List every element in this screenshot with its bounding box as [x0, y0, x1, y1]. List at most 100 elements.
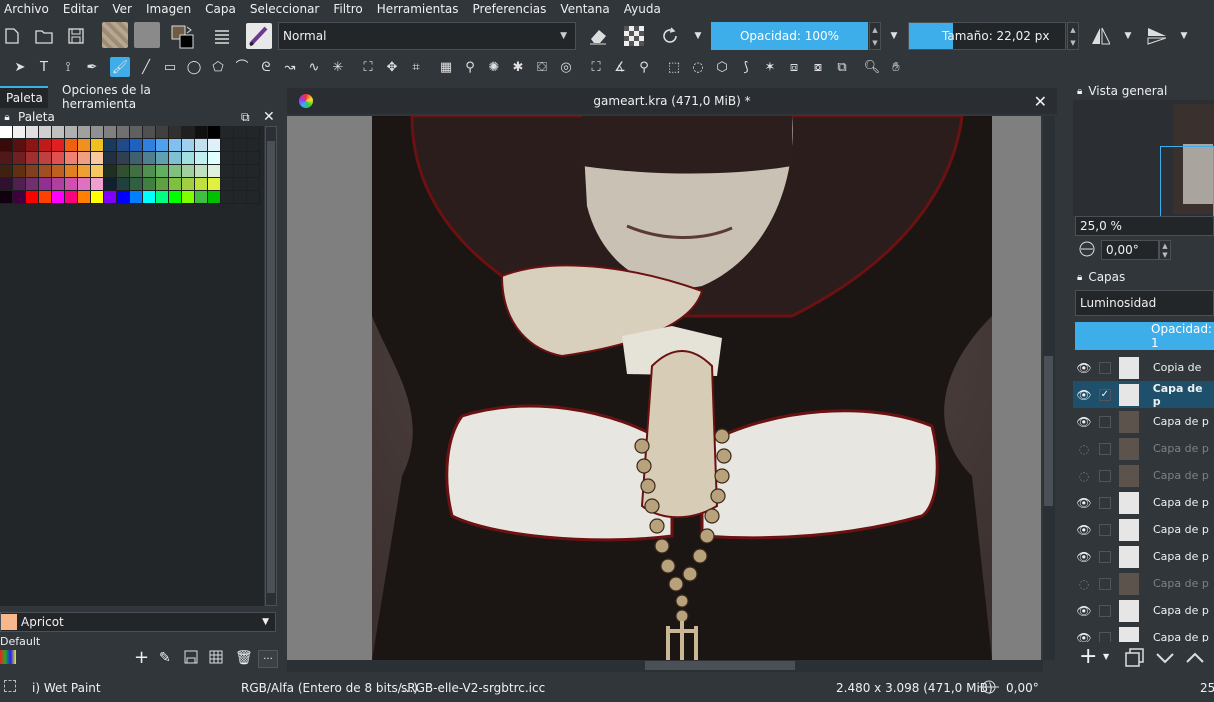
color-name-select[interactable]: Apricot ▼ [0, 612, 276, 632]
palette-swatch[interactable] [208, 165, 221, 178]
palette-swatch[interactable] [117, 191, 130, 204]
move-icon[interactable]: ✥ [382, 57, 402, 77]
palette-swatch[interactable] [0, 178, 13, 191]
pan-icon[interactable]: ✋︎ [886, 57, 906, 77]
layer-row[interactable]: 👁︎ Capa de p [1073, 408, 1214, 435]
chevron-down-icon[interactable]: ▼ [688, 26, 708, 46]
palette-swatch[interactable] [169, 165, 182, 178]
menu-item-7[interactable]: Herramientas [377, 2, 459, 16]
palette-swatch[interactable] [13, 165, 26, 178]
eye-icon[interactable]: 👁︎ [1073, 415, 1095, 429]
palette-swatch[interactable] [104, 139, 117, 152]
chevron-down-icon[interactable]: ▼ [1174, 26, 1194, 46]
crop-icon[interactable]: ⌗ [406, 57, 426, 77]
palette-swatch[interactable] [0, 152, 13, 165]
grid-icon[interactable] [209, 650, 223, 667]
add-layer-icon[interactable]: + [1079, 646, 1097, 668]
chevron-down-icon[interactable]: ▼ [1103, 652, 1109, 661]
palette-swatch[interactable] [104, 165, 117, 178]
palette-swatch[interactable] [156, 126, 169, 139]
palette-swatch[interactable] [208, 178, 221, 191]
palette-swatch[interactable] [52, 139, 65, 152]
palette-swatch[interactable] [208, 152, 221, 165]
layer-checkbox[interactable] [1099, 415, 1111, 428]
palette-swatch[interactable] [39, 139, 52, 152]
edit-shapes-icon[interactable]: ⟟ [58, 57, 78, 77]
palette-swatch[interactable] [52, 126, 65, 139]
palette-swatch[interactable] [195, 126, 208, 139]
palette-swatch[interactable] [208, 126, 221, 139]
blend-mode-select[interactable]: Normal ▼ [278, 22, 576, 50]
palette-swatch[interactable] [104, 152, 117, 165]
palette-swatch[interactable] [169, 191, 182, 204]
palette-swatch[interactable] [104, 178, 117, 191]
opacity-slider[interactable]: Opacidad: 100% [711, 22, 868, 50]
palette-swatch[interactable] [130, 165, 143, 178]
rectangle-icon[interactable]: ▭ [160, 57, 180, 77]
select-shape-icon[interactable]: ➤ [10, 57, 30, 77]
eye-icon[interactable]: 👁︎ [1073, 550, 1095, 564]
layer-row[interactable]: 👁︎ Capa de p [1073, 543, 1214, 570]
lock-icon[interactable]: 🔒︎ [1077, 272, 1082, 283]
palette-swatch[interactable] [169, 139, 182, 152]
palette-swatch[interactable] [182, 139, 195, 152]
palette-swatch[interactable] [0, 126, 13, 139]
close-icon[interactable]: ✕ [263, 109, 275, 125]
lock-icon[interactable]: 🔒︎ [1077, 86, 1082, 97]
stack-icon[interactable] [212, 26, 232, 46]
palette-swatch[interactable] [13, 178, 26, 191]
artwork-image[interactable] [372, 116, 992, 660]
layer-row[interactable]: ◌ Capa de p [1073, 570, 1214, 597]
palette-swatch[interactable] [65, 165, 78, 178]
palette-swatch[interactable] [169, 126, 182, 139]
palette-swatch[interactable] [91, 139, 104, 152]
palette-chooser-icon[interactable] [0, 650, 16, 664]
canvas-vscrollbar[interactable] [1043, 116, 1055, 660]
palette-swatch[interactable] [26, 178, 39, 191]
palette-swatch[interactable] [195, 165, 208, 178]
palette-swatch[interactable] [117, 139, 130, 152]
menu-item-2[interactable]: Ver [112, 2, 132, 16]
palette-swatch[interactable] [156, 152, 169, 165]
palette-swatch[interactable] [13, 191, 26, 204]
freehand-path-icon[interactable]: ↝ [280, 57, 300, 77]
polyline-icon[interactable]: ⌒ [232, 57, 252, 77]
rect-select-icon[interactable]: ⬚ [664, 57, 684, 77]
brush-icon[interactable]: 🖌︎ [110, 57, 130, 77]
palette-swatch[interactable] [52, 152, 65, 165]
palette-swatch[interactable] [65, 178, 78, 191]
eye-icon[interactable]: 👁︎ [1073, 631, 1095, 643]
polygon-select-icon[interactable]: ⬡ [712, 57, 732, 77]
palette-swatch[interactable] [195, 139, 208, 152]
bezier-icon[interactable]: ᘓ [256, 57, 276, 77]
palette-swatch[interactable] [169, 178, 182, 191]
palette-swatch[interactable] [130, 178, 143, 191]
palette-swatch[interactable] [26, 165, 39, 178]
palette-swatch[interactable] [0, 165, 13, 178]
eye-icon[interactable]: 👁︎ [1073, 388, 1095, 402]
chevron-down-icon[interactable]: ▼ [1118, 26, 1138, 46]
eye-icon[interactable]: 👁︎ [1073, 496, 1095, 510]
palette-swatch[interactable] [39, 178, 52, 191]
palette-swatch[interactable] [65, 152, 78, 165]
zoom-icon[interactable]: 🔍︎ [862, 57, 882, 77]
enclose-fill-icon[interactable]: ◎ [556, 57, 576, 77]
palette-swatch[interactable] [78, 152, 91, 165]
tab-opciones-herramienta[interactable]: Opciones de la herramienta [56, 83, 216, 111]
size-slider[interactable]: Tamaño: 22,02 px [908, 22, 1066, 50]
palette-swatch[interactable] [0, 139, 13, 152]
palette-swatch[interactable] [39, 165, 52, 178]
palette-swatch[interactable] [26, 139, 39, 152]
palette-swatch[interactable] [65, 191, 78, 204]
palette-swatch[interactable] [91, 191, 104, 204]
ellipse-icon[interactable]: ◯ [184, 57, 204, 77]
scrollbar-thumb[interactable] [1044, 356, 1053, 506]
tab-paleta[interactable]: Paleta [0, 86, 48, 108]
reference-icon[interactable]: ⚲ [634, 57, 654, 77]
eye-icon[interactable]: ◌ [1073, 469, 1095, 483]
layer-checkbox[interactable] [1099, 631, 1111, 642]
pattern-swatch-icon[interactable] [134, 22, 160, 48]
alpha-lock-icon[interactable] [624, 26, 644, 46]
palette-swatch[interactable] [156, 178, 169, 191]
menu-item-6[interactable]: Filtro [333, 2, 362, 16]
